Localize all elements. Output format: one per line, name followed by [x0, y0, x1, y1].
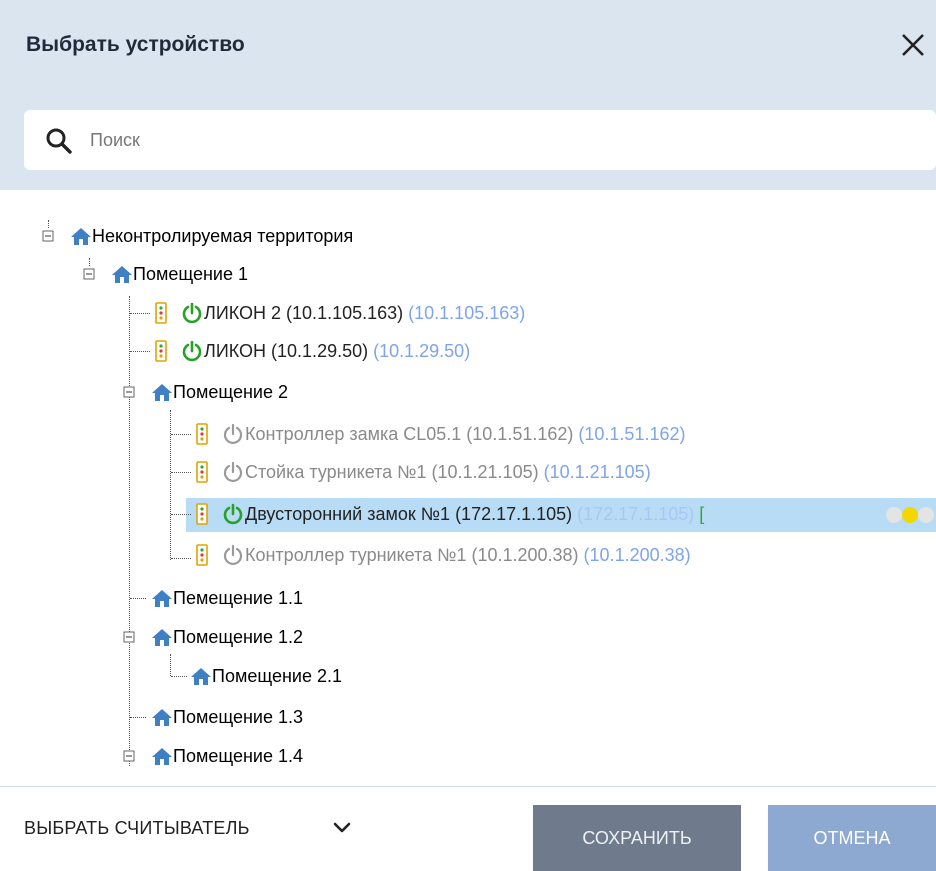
controller-icon	[196, 461, 208, 483]
tree-node-device[interactable]: Контроллер замка CL05.1 (10.1.51.162) (1…	[245, 420, 685, 448]
collapse-toggle-icon[interactable]	[42, 228, 56, 242]
close-icon[interactable]	[896, 28, 930, 62]
status-bracket: [	[699, 504, 705, 524]
chevron-down-icon[interactable]	[332, 821, 352, 835]
cancel-button[interactable]: ОТМЕНА	[768, 805, 936, 871]
device-ip: (172.17.1.105)	[577, 504, 695, 524]
dialog-footer: ВЫБРАТЬ СЧИТЫВАТЕЛЬ СОХРАНИТЬ ОТМЕНА	[0, 786, 936, 871]
tree-node-room-1-4[interactable]: Помещение 1.4	[173, 742, 303, 770]
device-ip: (10.1.21.105)	[543, 462, 651, 482]
tree-node-device[interactable]: Контроллер турникета №1 (10.1.200.38) (1…	[245, 541, 691, 569]
status-indicator-icon	[886, 507, 934, 523]
device-ip: (10.1.105.163)	[408, 303, 526, 323]
tree-node-room-1[interactable]: Помещение 1	[133, 260, 248, 288]
controller-icon	[196, 503, 208, 525]
device-name: Контроллер замка CL05.1 (10.1.51.162)	[245, 424, 574, 444]
collapse-toggle-icon[interactable]	[83, 266, 97, 280]
controller-icon	[155, 302, 167, 324]
controller-icon	[196, 423, 208, 445]
tree-node-room-1-2[interactable]: Помещение 1.2	[173, 623, 303, 651]
device-name: Двусторонний замок №1 (172.17.1.105)	[245, 504, 573, 524]
controller-icon	[196, 544, 208, 566]
house-icon	[152, 709, 172, 726]
house-icon	[152, 748, 172, 765]
dialog-header: Выбрать устройство	[0, 0, 936, 190]
device-name: ЛИКОН 2 (10.1.105.163)	[204, 303, 404, 323]
device-name: Контроллер турникета №1 (10.1.200.38)	[245, 545, 579, 565]
search-input[interactable]	[90, 124, 910, 156]
device-name: Стойка турникета №1 (10.1.21.105)	[245, 462, 539, 482]
device-ip: (10.1.200.38)	[583, 545, 691, 565]
collapse-toggle-icon[interactable]	[123, 384, 137, 398]
search-icon	[46, 128, 72, 154]
power-off-icon	[223, 544, 243, 566]
dialog-title: Выбрать устройство	[26, 33, 245, 56]
tree-node-territory[interactable]: Неконтролируемая территория	[92, 222, 353, 250]
collapse-toggle-icon[interactable]	[123, 629, 137, 643]
power-off-icon	[223, 423, 243, 445]
tree-node-device[interactable]: ЛИКОН 2 (10.1.105.163) (10.1.105.163)	[204, 299, 525, 327]
house-icon	[152, 384, 172, 401]
power-on-icon	[182, 302, 202, 324]
house-icon	[112, 266, 132, 283]
save-button[interactable]: СОХРАНИТЬ	[533, 805, 741, 871]
device-name: ЛИКОН (10.1.29.50)	[204, 341, 369, 361]
power-on-icon	[182, 340, 202, 362]
tree-node-room-1-3[interactable]: Помещение 1.3	[173, 703, 303, 731]
tree-node-room-2-1[interactable]: Помещение 2.1	[212, 662, 342, 690]
tree-node-room-2[interactable]: Помещение 2	[173, 378, 288, 406]
search-box	[24, 110, 936, 170]
tree-node-device[interactable]: Стойка турникета №1 (10.1.21.105) (10.1.…	[245, 458, 651, 486]
power-off-icon	[223, 461, 243, 483]
tree-node-device[interactable]: ЛИКОН (10.1.29.50) (10.1.29.50)	[204, 337, 470, 365]
collapse-toggle-icon[interactable]	[123, 748, 137, 762]
tree-node-device-selected[interactable]: Двусторонний замок №1 (172.17.1.105) (17…	[245, 500, 704, 528]
tree-node-room-1-1[interactable]: Пемещение 1.1	[173, 584, 303, 612]
house-icon	[152, 629, 172, 646]
controller-icon	[155, 340, 167, 362]
house-icon	[191, 668, 211, 685]
house-icon	[152, 590, 172, 607]
select-device-dialog: Выбрать устройство Неконтролируемая терр…	[0, 0, 936, 871]
power-on-icon	[223, 503, 243, 525]
device-ip: (10.1.29.50)	[373, 341, 471, 361]
device-tree[interactable]: Неконтролируемая территория Помещение 1 …	[0, 198, 936, 786]
house-icon	[71, 228, 91, 245]
select-reader-dropdown[interactable]: ВЫБРАТЬ СЧИТЫВАТЕЛЬ	[24, 813, 250, 843]
select-reader-label: ВЫБРАТЬ СЧИТЫВАТЕЛЬ	[24, 818, 250, 838]
device-ip: (10.1.51.162)	[578, 424, 686, 444]
